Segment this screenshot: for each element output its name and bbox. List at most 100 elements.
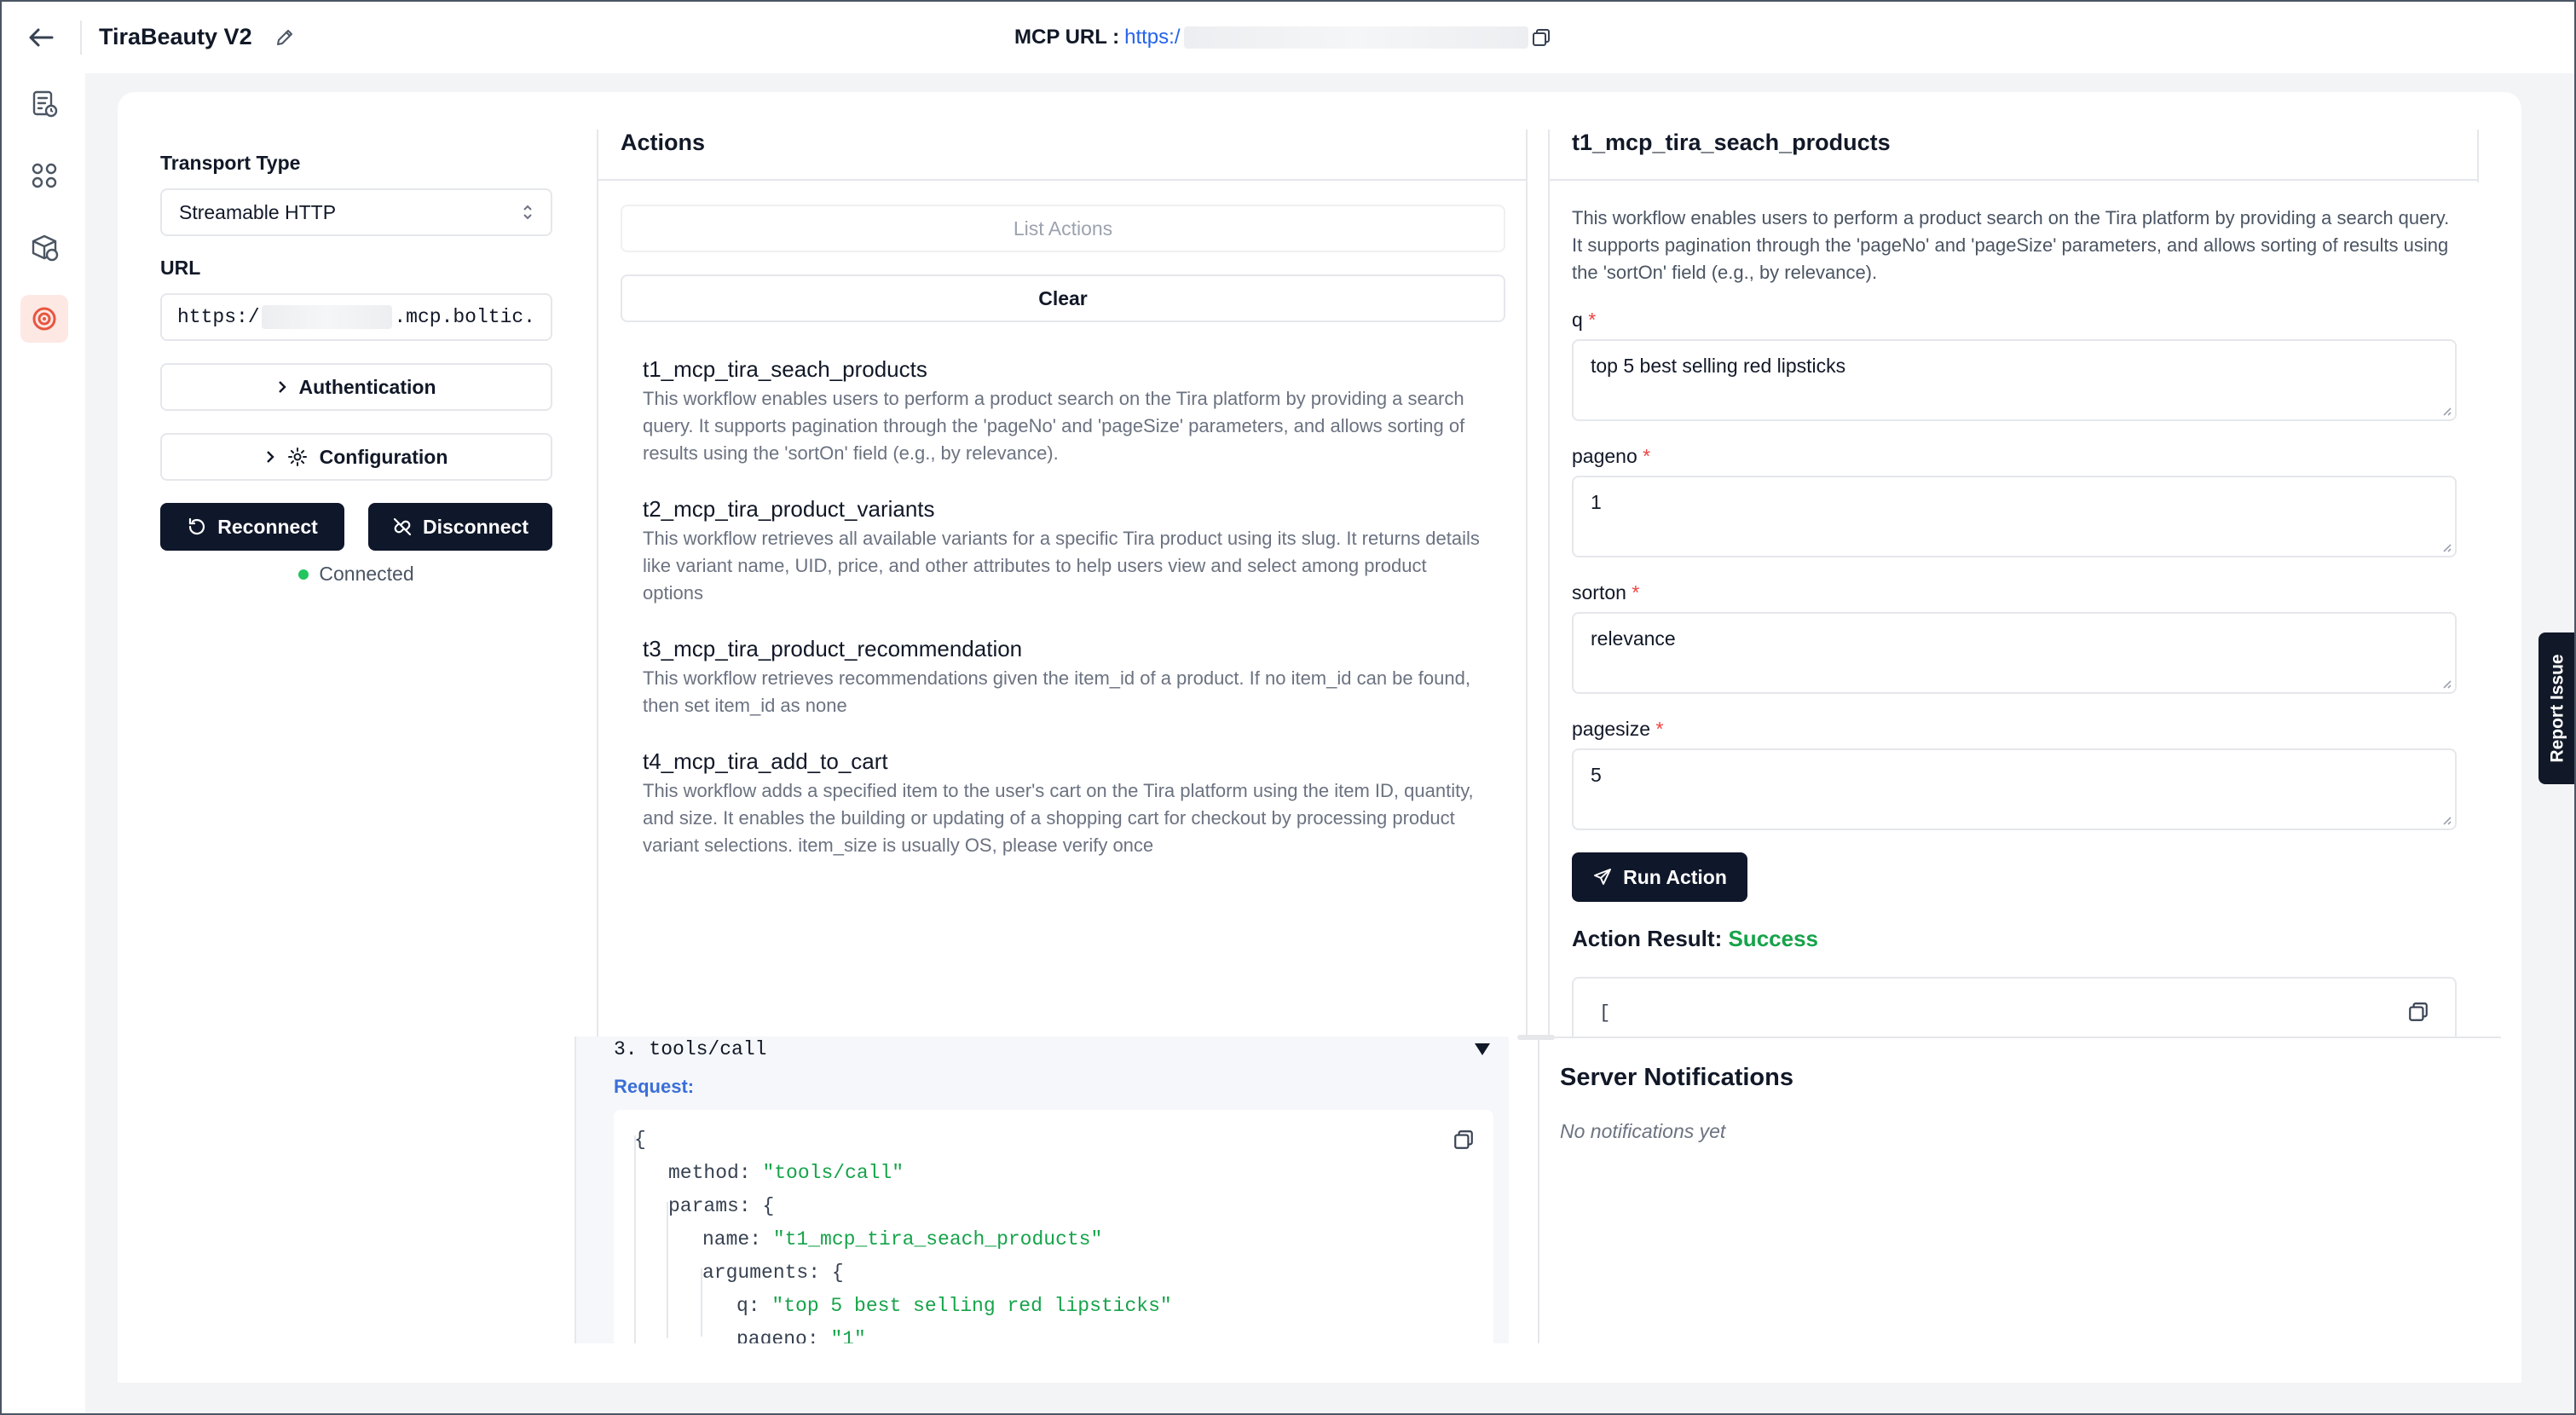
json-value: "1" — [830, 1328, 866, 1343]
resize-grip-icon[interactable] — [2440, 540, 2452, 552]
integrations-icon[interactable] — [20, 152, 68, 199]
list-actions-button[interactable]: List Actions — [621, 205, 1505, 252]
list-item[interactable]: t1_mcp_tira_seach_products This workflow… — [621, 346, 1505, 479]
chevron-right-icon — [265, 449, 275, 465]
url-prefix: https:/ — [177, 306, 260, 328]
request-json: { method: "tools/call" params: { name: "… — [614, 1110, 1493, 1343]
action-name: t1_mcp_tira_seach_products — [643, 356, 927, 382]
top-bar: TiraBeauty V2 MCP URL : https:/ ... — [2, 2, 2574, 73]
json-key: pageno: — [736, 1328, 819, 1343]
field-label-q: q * — [1572, 309, 1596, 332]
code-line: name: "t1_mcp_tira_seach_products" — [634, 1223, 1473, 1256]
refresh-icon — [187, 517, 207, 537]
resize-grip-icon[interactable] — [2440, 813, 2452, 825]
run-action-button[interactable]: Run Action — [1572, 852, 1747, 902]
connection-status: Connected — [160, 563, 552, 586]
list-item[interactable]: t2_mcp_tira_product_variants This workfl… — [621, 486, 1505, 619]
logs-icon[interactable] — [20, 80, 68, 128]
field-label-pagesize: pagesize * — [1572, 718, 1663, 741]
code-line: method: "tools/call" — [634, 1157, 1473, 1190]
json-value: "top 5 best selling red lipsticks" — [771, 1295, 1172, 1317]
list-item[interactable]: t3_mcp_tira_product_recommendation This … — [621, 626, 1505, 731]
panel-divider — [1526, 130, 1528, 1038]
triangle-down-icon — [1473, 1042, 1492, 1057]
report-issue-button[interactable]: Report Issue — [2538, 632, 2574, 784]
transport-type-select[interactable]: Streamable HTTP — [160, 188, 552, 236]
sorton-value: relevance — [1591, 627, 1676, 650]
chevron-updown-icon — [522, 203, 534, 222]
copy-icon[interactable] — [1531, 27, 1553, 49]
left-rail — [2, 73, 85, 1413]
action-name: t2_mcp_tira_product_variants — [643, 496, 935, 522]
pagesize-textarea[interactable]: 5 — [1572, 748, 2457, 830]
tool-title: t1_mcp_tira_seach_products — [1572, 130, 1891, 155]
required-marker: * — [1643, 445, 1651, 467]
panel-divider — [1548, 130, 1550, 1038]
run-action-label: Run Action — [1623, 865, 1727, 888]
url-input[interactable]: https:/ .mcp.boltic. — [160, 293, 552, 341]
url-suffix: .mcp.boltic. — [394, 306, 535, 328]
field-label-pageno: pageno * — [1572, 445, 1650, 468]
resize-grip-icon[interactable] — [2440, 677, 2452, 689]
server-notifications-title: Server Notifications — [1560, 1064, 1793, 1091]
json-brace: { — [831, 1262, 844, 1284]
field-label-text: q — [1572, 309, 1583, 331]
q-value: top 5 best selling red lipsticks — [1591, 355, 1846, 377]
action-name: t3_mcp_tira_product_recommendation — [643, 636, 1023, 661]
mcp-target-icon[interactable] — [20, 295, 68, 343]
mcp-url-label: MCP URL : — [1014, 26, 1120, 49]
tool-header-divider — [1550, 179, 2479, 181]
transport-type-label: Transport Type — [160, 152, 301, 174]
page-title: TiraBeauty V2 — [99, 24, 252, 49]
action-name: t4_mcp_tira_add_to_cart — [643, 748, 888, 774]
back-arrow-icon[interactable] — [26, 22, 56, 53]
q-textarea[interactable]: top 5 best selling red lipsticks — [1572, 339, 2457, 421]
resize-grip-icon[interactable] — [2440, 404, 2452, 416]
header-divider — [80, 20, 82, 55]
configuration-toggle[interactable]: Configuration — [160, 433, 552, 481]
package-clock-icon[interactable] — [20, 223, 68, 271]
send-icon — [1592, 867, 1613, 887]
pencil-icon[interactable] — [273, 26, 297, 49]
required-marker: * — [1632, 581, 1640, 604]
action-result-status: Success — [1728, 926, 1818, 951]
action-description: This workflow retrieves recommendations … — [643, 667, 1470, 716]
action-description: This workflow enables users to perform a… — [643, 388, 1465, 464]
report-issue-label: Report Issue — [2548, 654, 2568, 763]
action-description: This workflow retrieves all available va… — [643, 528, 1480, 604]
unplug-icon — [392, 517, 413, 537]
status-text: Connected — [319, 563, 414, 585]
pageno-value: 1 — [1591, 491, 1602, 513]
pageno-textarea[interactable]: 1 — [1572, 476, 2457, 557]
panel-divider — [2477, 130, 2479, 182]
field-label-text: pagesize — [1572, 718, 1651, 740]
json-brace: { — [762, 1195, 775, 1217]
copy-icon[interactable] — [1453, 1129, 1476, 1152]
actions-list: t1_mcp_tira_seach_products This workflow… — [621, 346, 1505, 871]
connection-buttons: Reconnect Disconnect — [160, 503, 552, 551]
sorton-textarea[interactable]: relevance — [1572, 612, 2457, 694]
clear-button[interactable]: Clear — [621, 274, 1505, 322]
panel-resize-handle[interactable] — [1517, 1035, 1555, 1040]
authentication-toggle[interactable]: Authentication — [160, 363, 552, 411]
mcp-url: MCP URL : https:/ ... — [1014, 26, 1549, 49]
panel-divider — [1538, 1037, 1539, 1343]
app-window: TiraBeauty V2 MCP URL : https:/ ... — [0, 0, 2576, 1415]
list-item[interactable]: t4_mcp_tira_add_to_cart This workflow ad… — [621, 738, 1505, 871]
json-key: name: — [702, 1228, 762, 1250]
json-value: "t1_mcp_tira_seach_products" — [772, 1228, 1103, 1250]
pagesize-value: 5 — [1591, 764, 1602, 786]
transport-type-value: Streamable HTTP — [179, 200, 337, 223]
panel-divider — [597, 130, 598, 1038]
action-result-label: Action Result: — [1572, 926, 1723, 951]
mcp-url-prefix[interactable]: https:/ — [1124, 26, 1180, 49]
code-line: q: "top 5 best selling red lipsticks" — [634, 1290, 1473, 1323]
disconnect-button[interactable]: Disconnect — [368, 503, 552, 551]
redacted-url-segment — [261, 305, 393, 329]
gear-icon — [287, 447, 308, 467]
status-dot — [298, 569, 309, 580]
history-entry-header[interactable]: 3. tools/call — [614, 1037, 1492, 1062]
reconnect-button[interactable]: Reconnect — [160, 503, 344, 551]
actions-title: Actions — [621, 130, 706, 155]
copy-icon[interactable] — [2407, 1001, 2431, 1025]
